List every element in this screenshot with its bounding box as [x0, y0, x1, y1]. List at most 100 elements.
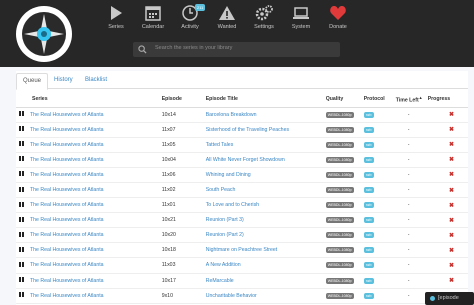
status-dot-icon	[430, 296, 435, 301]
series-link[interactable]: The Real Housewives of Atlanta	[30, 293, 104, 299]
table-row: The Real Housewives of Atlanta 11x07 Siste…	[16, 121, 468, 138]
col-header-episode[interactable]: Episode	[161, 92, 206, 108]
remove-icon[interactable]: ✖	[449, 203, 454, 209]
title-cell: Uncharitable Behavior	[205, 287, 326, 304]
series-cell: The Real Housewives of Atlanta	[30, 227, 162, 243]
pause-cell	[16, 166, 30, 183]
series-link[interactable]: The Real Housewives of Atlanta	[30, 217, 104, 223]
pause-cell	[16, 212, 30, 228]
title-cell: A New Addition	[205, 257, 326, 274]
pause-icon[interactable]	[19, 186, 24, 192]
protocol-badge: nzb	[363, 126, 374, 133]
protocol-cell: nzb	[363, 287, 396, 304]
series-link[interactable]: The Real Housewives of Atlanta	[30, 157, 104, 163]
remove-icon[interactable]: ✖	[449, 157, 454, 163]
quality-cell: WEBDL-1080p	[325, 272, 364, 289]
series-link[interactable]: The Real Housewives of Atlanta	[30, 202, 104, 208]
episode-title-link[interactable]: Sisterhood of the Traveling Peaches	[206, 127, 289, 133]
series-link[interactable]: The Real Housewives of Atlanta	[30, 142, 104, 148]
series-search[interactable]: Search the series in your library	[133, 42, 340, 57]
episode-title-link[interactable]: A New Addition	[206, 262, 241, 268]
series-cell: The Real Housewives of Atlanta	[30, 181, 162, 198]
series-link[interactable]: The Real Housewives of Atlanta	[30, 262, 104, 268]
protocol-badge: nzb	[363, 202, 374, 209]
episode-title-link[interactable]: South Peach	[206, 187, 236, 193]
pause-icon[interactable]	[19, 231, 24, 237]
remove-icon[interactable]: ✖	[449, 188, 454, 194]
quality-cell: WEBDL-1080p	[325, 227, 364, 243]
col-header-series[interactable]: Series	[16, 92, 162, 108]
tab-blacklist[interactable]: Blacklist	[79, 73, 113, 89]
pause-icon[interactable]	[19, 292, 24, 298]
remove-icon[interactable]: ✖	[449, 278, 454, 284]
time-left-cell: -	[395, 242, 428, 258]
col-header-protocol[interactable]: Protocol	[363, 92, 396, 108]
episode-title-link[interactable]: Reunion (Part 3)	[206, 217, 244, 223]
col-header-time-left[interactable]: Time Left▲	[395, 92, 428, 108]
time-left-cell: -	[395, 181, 428, 198]
pause-icon[interactable]	[19, 156, 24, 162]
quality-badge: WEBDL-1080p	[325, 141, 354, 148]
sonarr-logo-icon[interactable]	[15, 5, 73, 63]
remove-icon[interactable]: ✖	[449, 233, 454, 239]
search-icon	[138, 45, 147, 54]
pause-icon[interactable]	[19, 261, 24, 267]
time-left-cell: -	[395, 257, 428, 274]
episode-title-link[interactable]: Uncharitable Behavior	[206, 293, 257, 299]
queue-body: The Real Housewives of Atlanta 10x14 Barce…	[16, 106, 468, 305]
episode-title-link[interactable]: Tatted Tales	[206, 142, 234, 148]
time-left-cell: -	[395, 136, 428, 153]
episode-title-link[interactable]: Barcelona Breakdown	[206, 112, 257, 118]
remove-icon[interactable]: ✖	[449, 142, 454, 148]
pause-cell	[16, 151, 30, 168]
title-cell: Tatted Tales	[205, 136, 326, 153]
search-placeholder[interactable]: Search the series in your library	[155, 45, 232, 51]
series-link[interactable]: The Real Housewives of Atlanta	[30, 127, 104, 133]
remove-icon[interactable]: ✖	[449, 218, 454, 224]
time-left-cell: -	[395, 287, 428, 304]
remove-icon[interactable]: ✖	[449, 172, 454, 178]
pause-icon[interactable]	[19, 141, 24, 147]
pause-icon[interactable]	[19, 171, 24, 177]
pause-icon[interactable]	[19, 126, 24, 132]
series-link[interactable]: The Real Housewives of Atlanta	[30, 247, 104, 253]
col-header-quality[interactable]: Quality	[325, 92, 364, 108]
episode-title-link[interactable]: ReMarcable	[206, 278, 234, 284]
remove-icon[interactable]: ✖	[449, 248, 454, 254]
remove-icon[interactable]: ✖	[449, 127, 454, 133]
remove-icon[interactable]: ✖	[449, 263, 454, 269]
pause-icon[interactable]	[19, 246, 24, 252]
episode-title-link[interactable]: Whining and Dining	[206, 172, 251, 178]
table-row: The Real Housewives of Atlanta 9x10 Unchar…	[16, 287, 468, 304]
pause-cell	[16, 272, 30, 289]
series-link[interactable]: The Real Housewives of Atlanta	[30, 172, 104, 178]
remove-icon[interactable]: ✖	[449, 112, 454, 118]
quality-cell: WEBDL-1080p	[325, 166, 364, 183]
protocol-badge: nzb	[363, 156, 374, 163]
series-link[interactable]: The Real Housewives of Atlanta	[30, 112, 104, 118]
nav-donate[interactable]: Donate	[315, 4, 361, 30]
series-link[interactable]: The Real Housewives of Atlanta	[30, 187, 104, 193]
episode-title-link[interactable]: To Love and to Cherish	[206, 202, 259, 208]
episode-title-link[interactable]: Nightmare on Peachtree Street	[206, 247, 278, 253]
quality-cell: WEBDL-1080p	[325, 151, 364, 168]
remove-cell: ✖	[427, 181, 468, 198]
pause-cell	[16, 181, 30, 198]
series-link[interactable]: The Real Housewives of Atlanta	[30, 278, 104, 284]
tab-history[interactable]: History	[48, 73, 79, 89]
quality-badge: WEBDL-1080p	[325, 111, 354, 118]
pause-icon[interactable]	[19, 277, 24, 283]
pause-icon[interactable]	[19, 201, 24, 207]
episode-title-link[interactable]: Reunion (Part 2)	[206, 232, 244, 238]
col-header-progress[interactable]: Progress	[427, 92, 468, 108]
tab-queue[interactable]: Queue	[16, 73, 49, 90]
protocol-cell: nzb	[363, 212, 396, 228]
quality-cell: WEBDL-1080p	[325, 181, 364, 198]
series-link[interactable]: The Real Housewives of Atlanta	[30, 232, 104, 238]
pause-icon[interactable]	[19, 111, 24, 117]
episode-title-link[interactable]: All White Never Forget Showdown	[206, 157, 285, 163]
col-header-episode-title[interactable]: Episode Title	[205, 92, 326, 108]
pause-icon[interactable]	[19, 216, 24, 222]
time-left-cell: -	[395, 166, 428, 183]
quality-cell: WEBDL-1080p	[325, 287, 364, 304]
